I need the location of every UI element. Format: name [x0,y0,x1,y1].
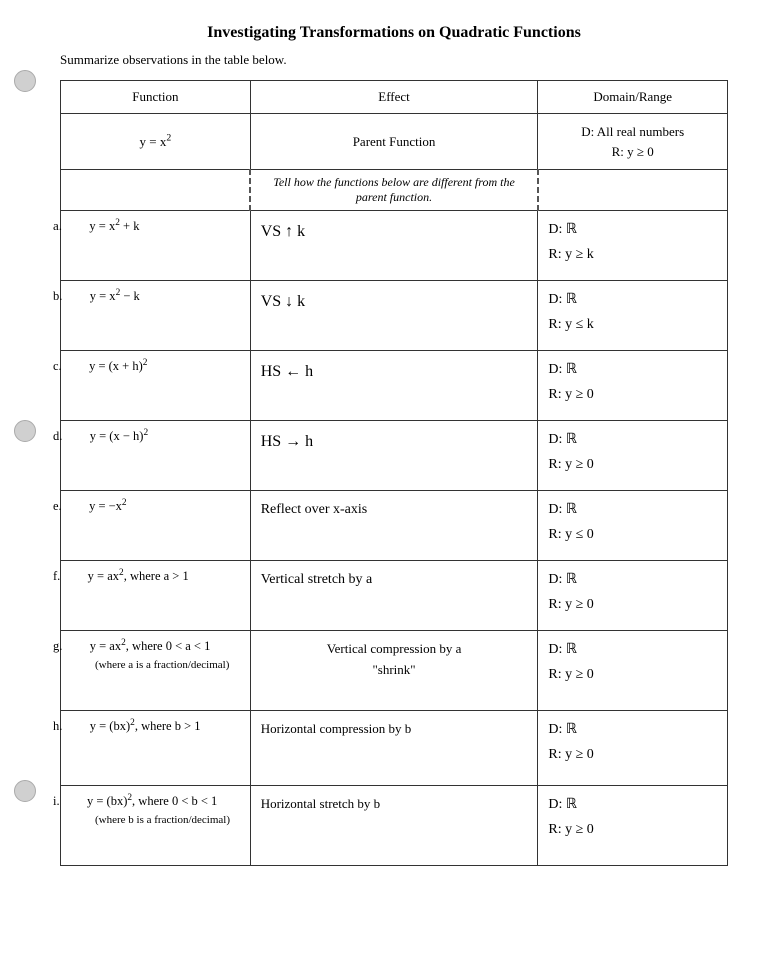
header-domain: Domain/Range [538,81,728,114]
hole-punch-3 [14,780,36,802]
row-d-domain: D: ℝR: y ≥ 0 [538,421,728,491]
instructions-text: Tell how the functions below are differe… [273,175,515,204]
row-c-domain: D: ℝR: y ≥ 0 [538,351,728,421]
page: Investigating Transformations on Quadrat… [0,0,768,960]
label-h: h. [53,719,62,733]
row-b-effect: VS ↓ k [250,281,538,351]
parent-range-text: R: y ≥ 0 [612,144,654,159]
parent-domain-text: D: All real numbers [581,124,684,139]
row-i-effect: Horizontal stretch by b [250,786,538,866]
row-e-function: e. y = −x2 [61,491,251,561]
table-row: b. y = x2 − k VS ↓ k D: ℝR: y ≤ k [61,281,728,351]
label-g: g. [53,639,62,653]
row-c-function: c. y = (x + h)2 [61,351,251,421]
label-b: b. [53,289,62,303]
table-row: d. y = (x − h)2 HS → h D: ℝR: y ≥ 0 [61,421,728,491]
hole-punch-1 [14,70,36,92]
row-e-effect: Reflect over x-axis [250,491,538,561]
row-a-function: a. y = x2 + k [61,211,251,281]
row-g-domain: D: ℝR: y ≥ 0 [538,631,728,711]
row-a-effect: VS ↑ k [250,211,538,281]
row-b-function: b. y = x2 − k [61,281,251,351]
parent-domain-cell: D: All real numbers R: y ≥ 0 [538,114,728,170]
header-effect: Effect [250,81,538,114]
instructions-blank-cell [61,170,251,211]
table-row: a. y = x2 + k VS ↑ k D: ℝR: y ≥ k [61,211,728,281]
table-row: f. y = ax2, where a > 1 Vertical stretch… [61,561,728,631]
instructions-cell: Tell how the functions below are differe… [250,170,538,211]
parent-function-cell: y = x2 [61,114,251,170]
label-a: a. [53,218,62,233]
row-c-effect: HS ← h [250,351,538,421]
label-c: c. [53,359,62,373]
table-row: e. y = −x2 Reflect over x-axis D: ℝR: y … [61,491,728,561]
row-f-domain: D: ℝR: y ≥ 0 [538,561,728,631]
table-row: c. y = (x + h)2 HS ← h D: ℝR: y ≥ 0 [61,351,728,421]
transformations-table: Function Effect Domain/Range y = x2 Pare… [60,80,728,866]
hole-punch-2 [14,420,36,442]
row-h-domain: D: ℝR: y ≥ 0 [538,711,728,786]
row-g-function: g. y = ax2, where 0 < a < 1 (where a is … [61,631,251,711]
table-row: i. y = (bx)2, where 0 < b < 1 (where b i… [61,786,728,866]
parent-effect-cell: Parent Function [250,114,538,170]
label-d: d. [53,429,62,443]
row-a-domain: D: ℝR: y ≥ k [538,211,728,281]
row-h-effect: Horizontal compression by b [250,711,538,786]
row-g-effect: Vertical compression by a"shrink" [250,631,538,711]
parent-function-row: y = x2 Parent Function D: All real numbe… [61,114,728,170]
row-d-effect: HS → h [250,421,538,491]
label-e: e. [53,499,62,513]
row-d-function: d. y = (x − h)2 [61,421,251,491]
row-f-effect: Vertical stretch by a [250,561,538,631]
page-title: Investigating Transformations on Quadrat… [60,24,728,42]
row-i-domain: D: ℝR: y ≥ 0 [538,786,728,866]
table-row: g. y = ax2, where 0 < a < 1 (where a is … [61,631,728,711]
row-f-function: f. y = ax2, where a > 1 [61,561,251,631]
label-f: f. [53,569,60,583]
row-e-domain: D: ℝR: y ≤ 0 [538,491,728,561]
row-b-domain: D: ℝR: y ≤ k [538,281,728,351]
label-i: i. [53,794,60,808]
row-i-function: i. y = (bx)2, where 0 < b < 1 (where b i… [61,786,251,866]
header-function: Function [61,81,251,114]
table-row: h. y = (bx)2, where b > 1 Horizontal com… [61,711,728,786]
instructions-row: Tell how the functions below are differe… [61,170,728,211]
row-h-function: h. y = (bx)2, where b > 1 [61,711,251,786]
subtitle: Summarize observations in the table belo… [60,52,728,68]
parent-function-text: y = x2 [139,134,171,149]
table-header-row: Function Effect Domain/Range [61,81,728,114]
instructions-domain-blank [538,170,728,211]
